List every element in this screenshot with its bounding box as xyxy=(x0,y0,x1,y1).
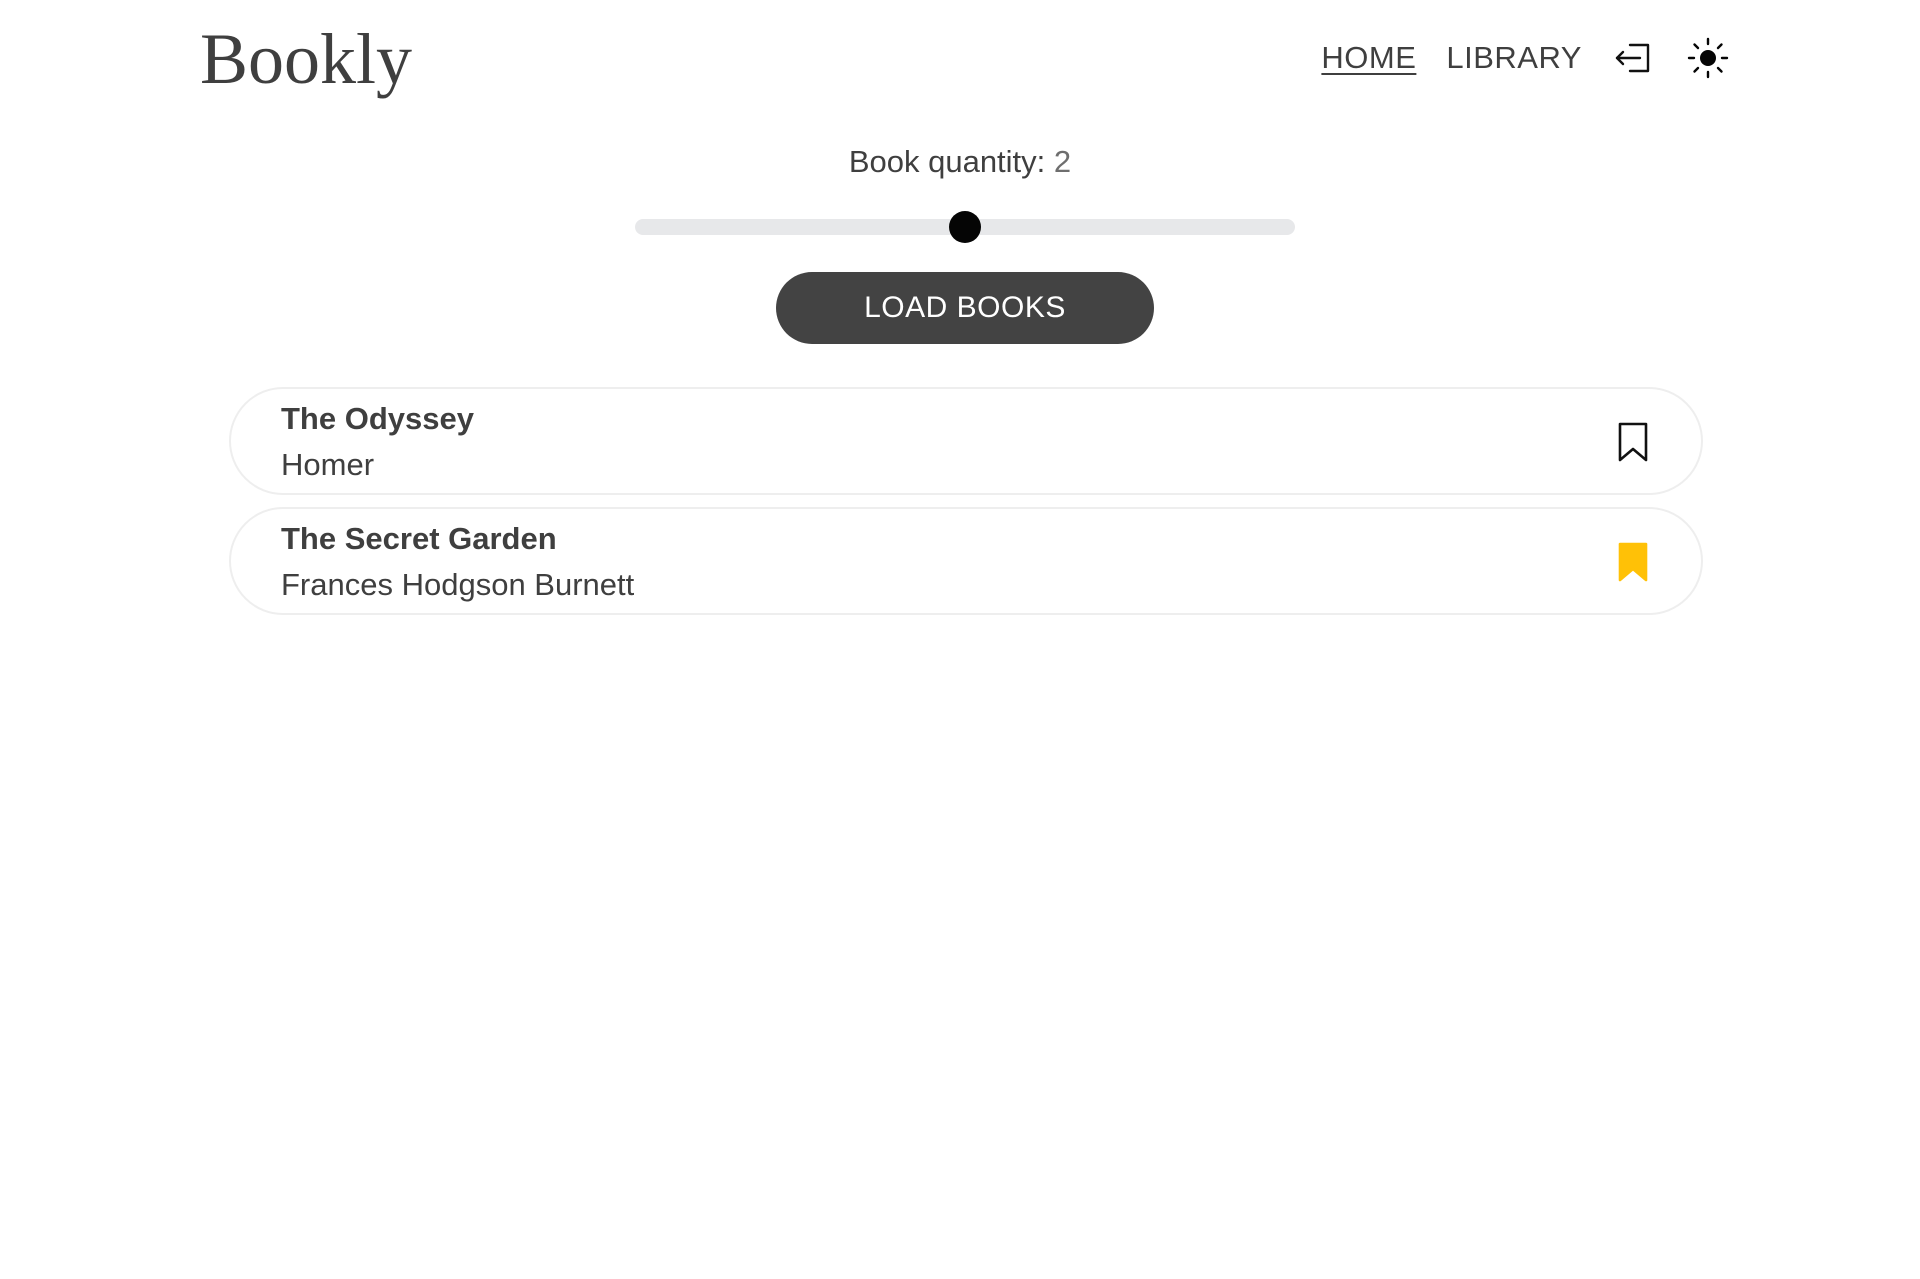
bookmark-outline-icon[interactable] xyxy=(1615,421,1651,463)
nav: HOME LIBRARY xyxy=(1321,36,1730,80)
book-quantity-label: Book quantity: 2 xyxy=(0,144,1920,180)
slider-thumb[interactable] xyxy=(949,211,981,243)
book-author: Homer xyxy=(281,447,375,482)
book-list: The Odyssey Homer The Secret Garden Fran… xyxy=(229,387,1703,627)
book-title: The Secret Garden xyxy=(281,521,557,556)
book-title: The Odyssey xyxy=(281,401,474,436)
quantity-slider[interactable] xyxy=(635,211,1295,243)
logo[interactable]: Bookly xyxy=(200,14,412,104)
sun-icon[interactable] xyxy=(1686,36,1730,80)
book-author: Frances Hodgson Burnett xyxy=(281,567,635,602)
book-card[interactable]: The Secret Garden Frances Hodgson Burnet… xyxy=(229,507,1703,615)
load-books-button[interactable]: LOAD BOOKS xyxy=(776,272,1154,344)
book-card[interactable]: The Odyssey Homer xyxy=(229,387,1703,495)
header: Bookly HOME LIBRARY xyxy=(0,0,1920,120)
quantity-value: 2 xyxy=(1053,144,1072,179)
bookmark-filled-icon[interactable] xyxy=(1615,541,1651,583)
nav-home-link[interactable]: HOME xyxy=(1321,40,1416,76)
login-icon[interactable] xyxy=(1612,36,1656,80)
nav-library-link[interactable]: LIBRARY xyxy=(1446,40,1582,76)
quantity-label-text: Book quantity: xyxy=(848,144,1046,179)
